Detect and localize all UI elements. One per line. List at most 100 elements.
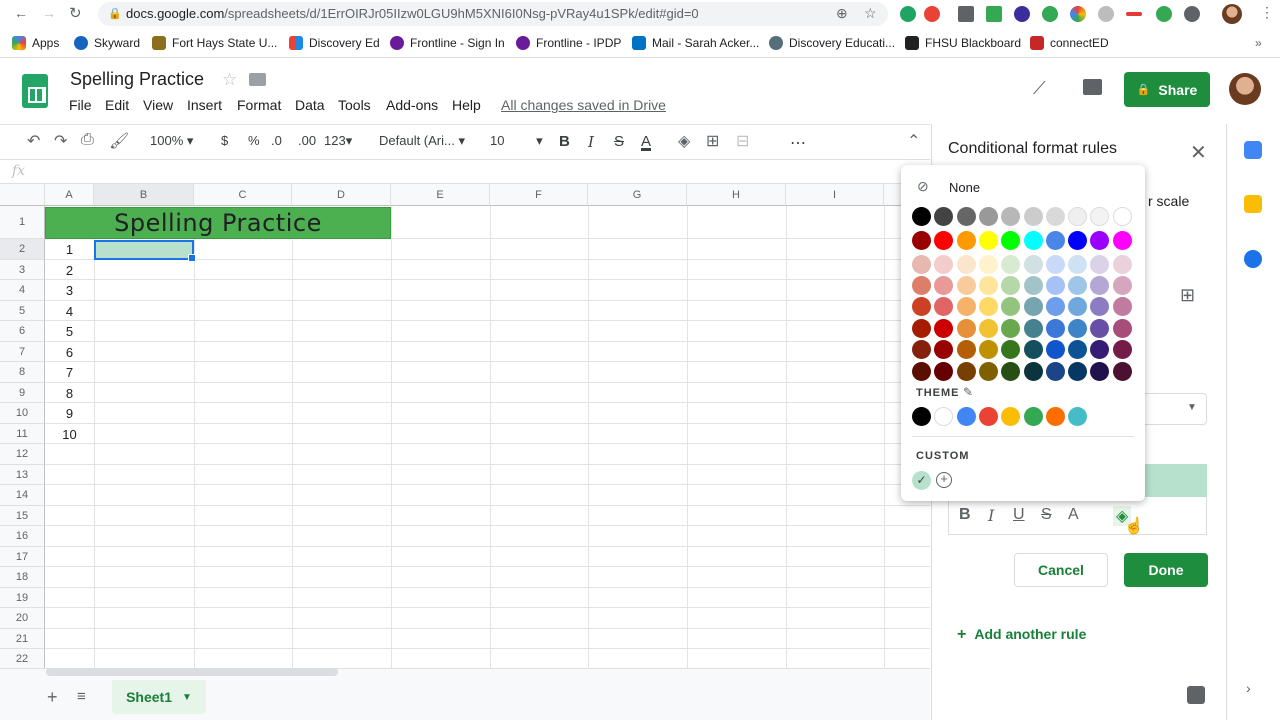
add-custom-color-icon[interactable]: + <box>936 472 952 488</box>
color-swatch[interactable] <box>1068 340 1088 359</box>
row-header[interactable]: 3 <box>0 259 45 280</box>
extension-icon[interactable] <box>1184 6 1200 22</box>
extension-icon[interactable] <box>1042 6 1058 22</box>
row-header[interactable]: 16 <box>0 526 45 547</box>
color-swatch[interactable] <box>1023 207 1043 226</box>
menu-edit[interactable]: Edit <box>105 97 129 113</box>
color-swatch[interactable] <box>1045 255 1065 274</box>
color-swatch[interactable] <box>1023 231 1043 250</box>
cell-value[interactable]: 4 <box>45 304 94 319</box>
color-swatch[interactable] <box>912 276 931 295</box>
color-swatch[interactable] <box>912 255 931 274</box>
chevron-right-icon[interactable]: › <box>1246 680 1251 696</box>
extension-icon[interactable] <box>986 6 1002 22</box>
activity-trend-icon[interactable]: ⟋ <box>1033 78 1046 99</box>
extension-icon[interactable] <box>924 6 940 22</box>
underline-button[interactable]: U <box>1013 506 1025 524</box>
color-swatch[interactable] <box>1068 362 1088 381</box>
color-swatch[interactable] <box>1068 319 1088 338</box>
column-header[interactable]: A <box>45 184 94 206</box>
column-header[interactable]: H <box>687 184 786 206</box>
color-swatch[interactable] <box>956 297 976 316</box>
color-swatch[interactable] <box>912 297 931 316</box>
currency-button[interactable]: $ <box>221 133 228 148</box>
text-color-button[interactable]: A <box>1068 506 1079 524</box>
keep-icon[interactable] <box>1244 195 1262 213</box>
horizontal-scrollbar[interactable] <box>46 668 338 676</box>
sheet-tab[interactable]: Sheet1 ▼ <box>112 680 206 714</box>
color-swatch[interactable] <box>1112 319 1132 338</box>
row-header[interactable]: 21 <box>0 628 45 649</box>
row-header[interactable]: 11 <box>0 423 45 444</box>
row-header[interactable]: 17 <box>0 546 45 567</box>
color-swatch[interactable] <box>1023 340 1043 359</box>
strikethrough-button[interactable]: S <box>614 133 624 150</box>
done-button[interactable]: Done <box>1124 553 1208 587</box>
color-swatch[interactable] <box>1068 207 1088 226</box>
print-icon[interactable]: ⎙ <box>81 131 94 149</box>
cell-value[interactable]: 2 <box>45 263 94 278</box>
borders-icon[interactable]: ⊞ <box>706 131 719 151</box>
italic-button[interactable]: I <box>988 506 994 525</box>
bold-button[interactable]: B <box>959 506 971 524</box>
text-color-button[interactable]: A <box>641 133 651 150</box>
extension-icon[interactable] <box>1156 6 1172 22</box>
row-header[interactable]: 13 <box>0 464 45 485</box>
all-sheets-icon[interactable]: ≡ <box>77 688 86 705</box>
color-swatch[interactable] <box>978 340 998 359</box>
color-swatch[interactable] <box>912 231 931 250</box>
increase-decimal-button[interactable]: .00 <box>298 133 316 148</box>
color-swatch[interactable] <box>912 340 931 359</box>
color-swatch[interactable] <box>978 297 998 316</box>
extension-icon[interactable] <box>1014 6 1030 22</box>
color-swatch[interactable] <box>978 231 998 250</box>
cell-value[interactable]: 8 <box>45 386 94 401</box>
row-header[interactable]: 8 <box>0 362 45 383</box>
menu-tools[interactable]: Tools <box>338 97 371 113</box>
more-tools-button[interactable]: ⋯ <box>790 133 806 153</box>
color-swatch[interactable] <box>1045 319 1065 338</box>
color-swatch[interactable] <box>956 319 976 338</box>
color-swatch[interactable] <box>978 319 998 338</box>
back-icon[interactable]: ← <box>14 5 28 21</box>
no-fill-icon[interactable]: ⊘ <box>917 178 929 195</box>
row-header[interactable]: 6 <box>0 321 45 342</box>
row-header[interactable]: 10 <box>0 403 45 424</box>
color-swatch[interactable] <box>1112 340 1132 359</box>
spreadsheet-grid[interactable]: A B C D E F G H I 1 2 3 4 5 6 7 8 9 10 11 12 13 14 15 1… <box>0 184 930 668</box>
paint-format-icon[interactable]: 🖌 <box>109 131 129 151</box>
row-header[interactable]: 19 <box>0 587 45 608</box>
bookmark-connected[interactable]: connectED <box>1030 36 1109 50</box>
column-header[interactable]: I <box>786 184 884 206</box>
extension-icon[interactable] <box>958 6 974 22</box>
zoom-select[interactable]: 100% ▾ <box>150 133 193 149</box>
color-swatch[interactable] <box>1045 231 1065 250</box>
bookmark-frontline-ipdp[interactable]: Frontline - IPDP <box>516 36 621 50</box>
zoom-icon[interactable]: ⊕ <box>836 5 848 22</box>
color-swatch[interactable] <box>956 231 976 250</box>
row-header[interactable]: 18 <box>0 567 45 588</box>
formula-bar[interactable] <box>0 160 930 184</box>
cell-value[interactable]: 3 <box>45 283 94 298</box>
column-header[interactable]: G <box>588 184 687 206</box>
color-swatch[interactable] <box>912 319 931 338</box>
theme-color-swatch[interactable] <box>1045 407 1065 426</box>
color-swatch[interactable] <box>1023 362 1043 381</box>
color-swatch[interactable] <box>1112 231 1132 250</box>
color-swatch[interactable] <box>1112 276 1132 295</box>
color-swatch[interactable] <box>1112 297 1132 316</box>
add-rule-button[interactable]: + Add another rule <box>957 626 1086 644</box>
more-bookmarks-icon[interactable]: » <box>1255 36 1262 50</box>
font-select[interactable]: Default (Ari... ▾ <box>379 133 465 149</box>
color-swatch[interactable] <box>1112 362 1132 381</box>
collapse-toolbar-icon[interactable]: ⌃ <box>907 131 920 151</box>
color-swatch[interactable] <box>1023 255 1043 274</box>
color-swatch[interactable] <box>1045 276 1065 295</box>
document-title[interactable]: Spelling Practice <box>70 69 204 90</box>
column-header[interactable]: F <box>490 184 588 206</box>
cancel-button[interactable]: Cancel <box>1014 553 1108 587</box>
bookmark-mail[interactable]: Mail - Sarah Acker... <box>632 36 759 50</box>
color-extension-icon[interactable] <box>1070 6 1086 22</box>
color-scale-tab[interactable]: r scale <box>1148 193 1189 209</box>
merge-cells-icon[interactable]: ⊟ <box>736 131 749 151</box>
